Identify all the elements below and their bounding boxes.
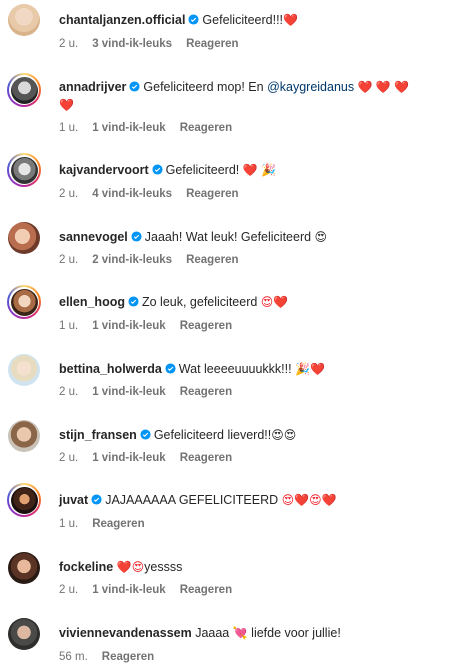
timestamp: 2 u.: [59, 584, 79, 596]
comment-text: fockeline ❤️😍yessss: [59, 560, 183, 574]
reply-button[interactable]: Reageren: [180, 452, 232, 464]
timestamp: 1 u.: [59, 122, 79, 134]
heart-emoji: ❤️: [283, 13, 298, 27]
reply-button[interactable]: Reageren: [102, 651, 154, 663]
timestamp: 2 u.: [59, 254, 79, 266]
reply-button[interactable]: Reageren: [186, 38, 238, 50]
reply-button[interactable]: Reageren: [180, 122, 232, 134]
comment-text: kajvandervoort Gefeliciteerd! ❤️ 🎉: [59, 163, 276, 177]
username[interactable]: ellen_hoog: [59, 295, 125, 309]
comment-meta: 2 u. 1 vind-ik-leuk Reageren: [59, 452, 246, 464]
username[interactable]: kajvandervoort: [59, 163, 149, 177]
party-emoji: ❤️ 🎉: [242, 163, 276, 177]
username[interactable]: juvat: [59, 493, 88, 507]
reply-button[interactable]: Reageren: [92, 518, 144, 530]
verified-icon: [140, 429, 151, 440]
reply-button[interactable]: Reageren: [180, 584, 232, 596]
verified-icon: [129, 81, 140, 92]
heart-eyes-emoji: 😍❤️: [260, 295, 289, 309]
likes-count[interactable]: 1 vind-ik-leuk: [92, 122, 166, 134]
comment-meta: 56 m. Reageren: [59, 651, 168, 663]
comment-text: stijn_fransen Gefeliciteerd lieverd!!😍😍: [59, 428, 297, 442]
heart-arrow-emoji: 💘: [232, 626, 248, 640]
verified-icon: [91, 494, 102, 505]
verified-icon: [188, 14, 199, 25]
username[interactable]: sannevogel: [59, 230, 128, 244]
username[interactable]: annadrijver: [59, 80, 126, 94]
comment-text: bettina_holwerda Wat leeeeuuuukkk!!! 🎉❤️: [59, 362, 325, 376]
likes-count[interactable]: 2 vind-ik-leuks: [92, 254, 172, 266]
reply-button[interactable]: Reageren: [186, 188, 238, 200]
comment-text: sannevogel Jaaah! Wat leuk! Gefeliciteerd…: [59, 230, 328, 244]
comment-text: viviennevandenassem Jaaaa 💘 liefde voor …: [59, 626, 341, 640]
likes-count[interactable]: 1 vind-ik-leuk: [92, 452, 166, 464]
comment-text: juvat JAJAAAAAA GEFELICITEERD 😍❤️😍❤️: [59, 493, 337, 507]
heart-eyes-emoji: 😍😍: [271, 428, 297, 442]
avatar[interactable]: [7, 285, 41, 319]
avatar[interactable]: [7, 353, 41, 387]
username[interactable]: fockeline: [59, 560, 113, 574]
heart-eyes-emoji: 😍❤️😍❤️: [281, 493, 337, 507]
verified-icon: [165, 363, 176, 374]
comment-text: ellen_hoog Zo leuk, gefeliciteerd 😍❤️: [59, 295, 289, 309]
likes-count[interactable]: 4 vind-ik-leuks: [92, 188, 172, 200]
comment-meta: 2 u. 3 vind-ik-leuks Reageren: [59, 38, 253, 50]
reply-button[interactable]: Reageren: [180, 386, 232, 398]
avatar[interactable]: [7, 3, 41, 37]
heart-emoji: ❤️ ❤️ ❤️: [357, 80, 410, 94]
comment-meta: 2 u. 1 vind-ik-leuk Reageren: [59, 584, 246, 596]
comment-meta: 1 u. Reageren: [59, 518, 159, 530]
username[interactable]: chantaljanzen.official: [59, 13, 185, 27]
username[interactable]: bettina_holwerda: [59, 362, 162, 376]
timestamp: 2 u.: [59, 38, 79, 50]
comment-meta: 2 u. 1 vind-ik-leuk Reageren: [59, 386, 246, 398]
avatar[interactable]: [7, 419, 41, 453]
comment-meta: 1 u. 1 vind-ik-leuk Reageren: [59, 320, 246, 332]
comment-meta: 2 u. 4 vind-ik-leuks Reageren: [59, 188, 253, 200]
likes-count[interactable]: 1 vind-ik-leuk: [92, 386, 166, 398]
avatar[interactable]: [7, 483, 41, 517]
likes-count[interactable]: 3 vind-ik-leuks: [92, 38, 172, 50]
comment-text: annadrijver Gefeliciteerd mop! En @kaygre…: [59, 80, 410, 112]
username[interactable]: stijn_fransen: [59, 428, 137, 442]
comment-meta: 1 u. 1 vind-ik-leuk Reageren: [59, 122, 246, 134]
reply-button[interactable]: Reageren: [180, 320, 232, 332]
party-emoji: 🎉❤️: [295, 362, 325, 376]
heart-emoji: ❤️: [59, 98, 74, 112]
verified-icon: [128, 296, 139, 307]
timestamp: 2 u.: [59, 452, 79, 464]
reply-button[interactable]: Reageren: [186, 254, 238, 266]
heart-eyes-emoji: ❤️😍: [116, 560, 145, 574]
heart-eyes-emoji: 😍: [314, 230, 328, 244]
avatar[interactable]: [7, 153, 41, 187]
likes-count[interactable]: 1 vind-ik-leuk: [92, 320, 166, 332]
comment-text: chantaljanzen.official Gefeliciteerd!!!❤️: [59, 13, 298, 27]
avatar[interactable]: [7, 617, 41, 651]
verified-icon: [131, 231, 142, 242]
timestamp: 1 u.: [59, 518, 79, 530]
likes-count[interactable]: 1 vind-ik-leuk: [92, 584, 166, 596]
avatar[interactable]: [7, 551, 41, 585]
mention-link[interactable]: @kaygreidanus: [267, 80, 354, 94]
timestamp: 2 u.: [59, 386, 79, 398]
comment-meta: 2 u. 2 vind-ik-leuks Reageren: [59, 254, 253, 266]
avatar[interactable]: [7, 73, 41, 107]
avatar[interactable]: [7, 221, 41, 255]
username[interactable]: viviennevandenassem: [59, 626, 192, 640]
timestamp: 56 m.: [59, 651, 88, 663]
timestamp: 2 u.: [59, 188, 79, 200]
timestamp: 1 u.: [59, 320, 79, 332]
verified-icon: [152, 164, 163, 175]
